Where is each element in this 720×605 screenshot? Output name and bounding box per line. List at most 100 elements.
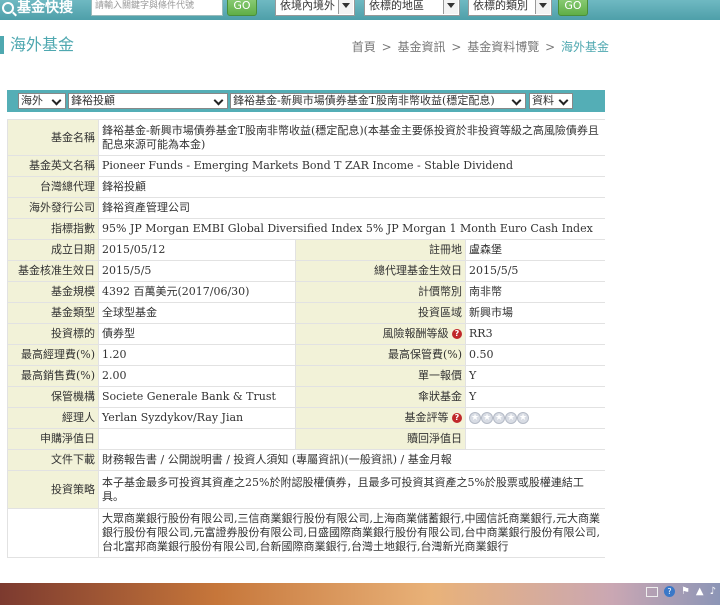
chevron-down-icon [338, 0, 353, 14]
approved-label: 基金核准生效日 [7, 260, 99, 282]
breadcrumb-separator: > [545, 40, 556, 54]
agent: 鋒裕投顧 [98, 176, 605, 198]
table-row: 成立日期 2015/05/12 註冊地 盧森堡 [7, 239, 605, 261]
fund-type-label: 基金類型 [7, 302, 99, 324]
issuer: 鋒裕資產管理公司 [98, 197, 605, 219]
agent-effective-date: 2015/5/5 [465, 260, 605, 282]
fund-info-table: 基金名稱 鋒裕基金-新興市場債券基金T股南非幣收益(穩定配息)(本基金主要係投資… [7, 119, 605, 558]
company-select-value: 鋒裕投顧 [71, 94, 115, 107]
fund-manager: Yerlan Syzdykov/Ray Jian [98, 407, 296, 429]
fund-type: 全球型基金 [98, 302, 296, 324]
volume-icon[interactable]: ♪ [710, 586, 716, 597]
table-row: 基金英文名稱 Pioneer Funds - Emerging Markets … [7, 155, 605, 177]
keyword-input[interactable]: 請輸入關鍵字與條件代號 [91, 0, 223, 16]
chevron-down-icon [535, 0, 550, 14]
breadcrumb-separator: > [381, 40, 392, 54]
table-row: 基金規模 4392 百萬美元(2017/06/30) 計價幣別 南非幣 [7, 281, 605, 303]
max-sales-fee: 2.00 [98, 365, 296, 387]
table-row: 最高經理費(%) 1.20 最高保管費(%) 0.50 [7, 344, 605, 366]
strategy-label: 投資策略 [7, 470, 99, 509]
document-download-links[interactable]: 財務報告書 / 公開說明書 / 投資人須知 (專屬資訊)(一般資訊) / 基金月… [98, 449, 605, 471]
umbrella-label: 傘狀基金 [295, 386, 466, 408]
risk-label-cell: 風險報酬等級 ? [295, 323, 466, 345]
flag-icon[interactable]: ⚑ [681, 586, 690, 597]
currency-label: 計價幣別 [295, 281, 466, 303]
table-row: 基金核准生效日 2015/5/5 總代理基金生效日 2015/5/5 [7, 260, 605, 282]
market-select[interactable]: 海外 [18, 93, 66, 109]
currency: 南非幣 [465, 281, 605, 303]
chevron-down-icon [559, 95, 571, 107]
info-select[interactable]: 資料 [529, 93, 573, 109]
inception-label: 成立日期 [7, 239, 99, 261]
heading-accent-bar [0, 36, 4, 54]
approved-date: 2015/5/5 [98, 260, 296, 282]
subscription-nav-label: 申購淨值日 [7, 428, 99, 450]
issuer-label: 海外發行公司 [7, 197, 99, 219]
single-price-label: 單一報價 [295, 365, 466, 387]
downloads-label: 文件下載 [7, 449, 99, 471]
subscription-nav [98, 428, 296, 450]
breadcrumb-current: 海外基金 [560, 40, 609, 54]
star-icon [505, 411, 517, 425]
umbrella-fund: Y [465, 386, 605, 408]
chevron-down-icon [512, 95, 524, 107]
agent-effective-label: 總代理基金生效日 [295, 260, 466, 282]
breadcrumb-fund-info[interactable]: 基金資訊 [398, 40, 446, 54]
table-row: 指標指數 95% JP Morgan EMBI Global Diversifi… [7, 218, 605, 240]
help-icon[interactable]: ? [663, 586, 675, 597]
type-select-value: 依標的類別 [473, 0, 528, 12]
chevron-down-icon [443, 0, 458, 14]
chevron-down-icon [214, 95, 226, 107]
table-row: 經理人 Yerlan Syzdykov/Ray Jian 基金評等 ? [7, 407, 605, 429]
risk-label: 風險報酬等級 [382, 327, 449, 340]
go-button[interactable]: GO [227, 0, 257, 16]
english-name-label: 基金英文名稱 [7, 155, 99, 177]
quick-search-bar: 基金快搜 請輸入關鍵字與條件代號 GO 依境內境外 依標的地區 依標的類別 GO [0, 0, 720, 20]
type-select[interactable]: 依標的類別 [468, 0, 552, 16]
table-row: 申購淨值日 贖回淨值日 [7, 428, 605, 450]
help-icon[interactable]: ? [452, 329, 462, 339]
help-icon[interactable]: ? [452, 413, 462, 423]
banks-label [7, 508, 99, 558]
agent-label: 台灣總代理 [7, 176, 99, 198]
size-label: 基金規模 [7, 281, 99, 303]
page-heading: 海外基金 首頁 > 基金資訊 > 基金資料博覽 > 海外基金 [0, 34, 720, 58]
redemption-nav [465, 428, 605, 450]
fund-name-label: 基金名稱 [7, 119, 99, 156]
max-mgmt-fee: 1.20 [98, 344, 296, 366]
rating-stars [469, 411, 529, 425]
fund-size: 4392 百萬美元(2017/06/30) [98, 281, 296, 303]
domicile-label: 註冊地 [295, 239, 466, 261]
sales-banks: 大眾商業銀行股份有限公司,三信商業銀行股份有限公司,上海商業儲蓄銀行,中國信託商… [98, 508, 605, 558]
region-select-value: 依境內境外 [280, 0, 335, 12]
breadcrumb-home[interactable]: 首頁 [352, 40, 376, 54]
go-button-2[interactable]: GO [558, 0, 588, 16]
region-select[interactable]: 依境內境外 [275, 0, 355, 16]
chevron-down-icon [52, 95, 64, 107]
fund-name: 鋒裕基金-新興市場債券基金T股南非幣收益(穩定配息)(本基金主要係投資於非投資等… [98, 119, 605, 156]
company-select[interactable]: 鋒裕投顧 [68, 93, 228, 109]
table-row: 投資策略 本子基金最多可投資其資產之25%於附認股權債券，且最多可投資其資產之5… [7, 470, 605, 509]
star-icon [469, 411, 481, 425]
keyboard-icon[interactable] [645, 586, 658, 597]
max-custody-fee-label: 最高保管費(%) [295, 344, 466, 366]
risk-level: RR3 [465, 323, 605, 345]
page-title: 海外基金 [10, 35, 75, 54]
search-icon [2, 2, 14, 14]
fund-select[interactable]: 鋒裕基金-新興市場債券基金T股南非幣收益(穩定配息) [230, 93, 526, 109]
fund-filter-bar: 海外 鋒裕投顧 鋒裕基金-新興市場債券基金T股南非幣收益(穩定配息) 資料 [7, 90, 605, 112]
table-row: 投資標的 債券型 風險報酬等級 ? RR3 [7, 323, 605, 345]
custodian-label: 保管機構 [7, 386, 99, 408]
redemption-nav-label: 贖回淨值日 [295, 428, 466, 450]
manager-label: 經理人 [7, 407, 99, 429]
inception-date: 2015/05/12 [98, 239, 296, 261]
system-tray: ? ⚑ ▲ ♪ [645, 586, 716, 597]
quick-search-title: 基金快搜 [17, 0, 73, 16]
chevron-up-icon[interactable]: ▲ [696, 586, 704, 597]
star-icon [493, 411, 505, 425]
table-row: 基金名稱 鋒裕基金-新興市場債券基金T股南非幣收益(穩定配息)(本基金主要係投資… [7, 119, 605, 156]
breadcrumb: 首頁 > 基金資訊 > 基金資料博覽 > 海外基金 [351, 38, 610, 55]
target-label: 投資標的 [7, 323, 99, 345]
breadcrumb-fund-overview[interactable]: 基金資料博覽 [467, 40, 539, 54]
area-select[interactable]: 依標的地區 [364, 0, 460, 16]
